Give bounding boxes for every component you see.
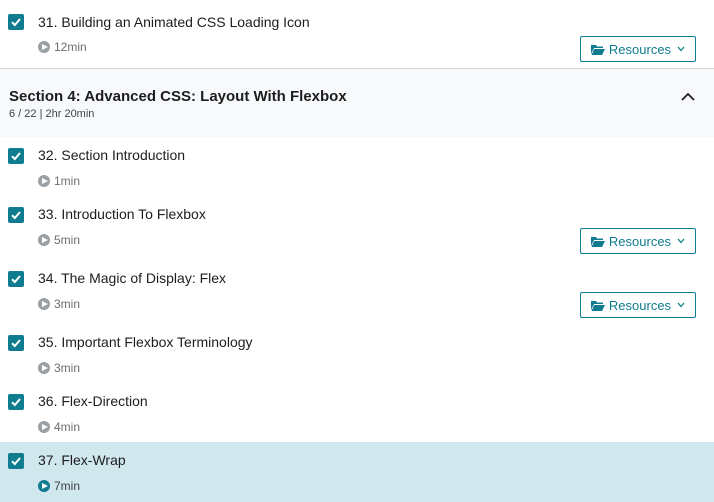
lecture-row[interactable]: 36. Flex-Direction 4min bbox=[0, 383, 714, 442]
resources-button[interactable]: Resources bbox=[580, 36, 696, 62]
lecture-title: 35. Important Flexbox Terminology bbox=[38, 334, 253, 350]
folder-open-icon bbox=[590, 236, 605, 247]
checkbox-checked-icon[interactable] bbox=[8, 148, 24, 164]
duration-text: 5min bbox=[54, 233, 81, 247]
lecture-duration: 12min bbox=[38, 40, 87, 54]
lecture-title: 32. Section Introduction bbox=[38, 147, 186, 163]
chevron-down-icon bbox=[677, 238, 685, 244]
lecture-title: 31. Building an Animated CSS Loading Ico… bbox=[38, 14, 310, 30]
play-icon bbox=[38, 41, 50, 53]
resources-label: Resources bbox=[608, 233, 672, 249]
folder-open-icon bbox=[590, 300, 605, 311]
lecture-row[interactable]: 32. Section Introduction 1min bbox=[0, 137, 714, 193]
resources-button[interactable]: Resources bbox=[580, 228, 696, 254]
lecture-duration: 4min bbox=[38, 420, 80, 434]
chevron-down-icon bbox=[677, 302, 685, 308]
lecture-duration: 1min bbox=[38, 174, 80, 188]
play-icon bbox=[38, 480, 50, 492]
lecture-duration: 3min bbox=[38, 297, 80, 311]
lecture-title: 37. Flex-Wrap bbox=[38, 452, 126, 468]
resources-label: Resources bbox=[608, 297, 672, 313]
resources-label: Resources bbox=[608, 41, 672, 57]
play-icon bbox=[38, 298, 50, 310]
lecture-row[interactable]: 33. Introduction To Flexbox 5min Resourc… bbox=[0, 196, 714, 260]
checkbox-checked-icon[interactable] bbox=[8, 207, 24, 223]
lecture-row[interactable]: 31. Building an Animated CSS Loading Ico… bbox=[0, 0, 714, 68]
play-icon bbox=[38, 234, 50, 246]
chevron-down-icon bbox=[677, 46, 685, 52]
lecture-title: 33. Introduction To Flexbox bbox=[38, 206, 206, 222]
lecture-title: 34. The Magic of Display: Flex bbox=[38, 270, 227, 286]
play-icon bbox=[38, 175, 50, 187]
checkbox-checked-icon[interactable] bbox=[8, 453, 24, 469]
section-title: Section 4: Advanced CSS: Layout With Fle… bbox=[9, 88, 347, 105]
duration-text: 3min bbox=[54, 297, 81, 311]
duration-text: 3min bbox=[54, 361, 81, 375]
duration-text: 12min bbox=[54, 40, 87, 54]
lecture-row-active[interactable]: 37. Flex-Wrap 7min bbox=[0, 442, 714, 502]
section-progress: 6 / 22 | 2hr 20min bbox=[9, 108, 95, 120]
lecture-row[interactable]: 34. The Magic of Display: Flex 3min Reso… bbox=[0, 260, 714, 324]
checkbox-checked-icon[interactable] bbox=[8, 394, 24, 410]
duration-text: 1min bbox=[54, 174, 81, 188]
lecture-title: 36. Flex-Direction bbox=[38, 393, 148, 409]
duration-text: 7min bbox=[54, 479, 81, 493]
resources-button[interactable]: Resources bbox=[580, 292, 696, 318]
duration-text: 4min bbox=[54, 420, 81, 434]
checkbox-checked-icon[interactable] bbox=[8, 335, 24, 351]
lecture-duration: 7min bbox=[38, 479, 80, 493]
play-icon bbox=[38, 362, 50, 374]
lecture-duration: 5min bbox=[38, 233, 80, 247]
lecture-row[interactable]: 35. Important Flexbox Terminology 3min bbox=[0, 324, 714, 383]
checkbox-checked-icon[interactable] bbox=[8, 271, 24, 287]
checkbox-checked-icon[interactable] bbox=[8, 14, 24, 30]
chevron-up-icon[interactable] bbox=[680, 88, 696, 104]
folder-open-icon bbox=[590, 44, 605, 55]
lecture-duration: 3min bbox=[38, 361, 80, 375]
section-header[interactable]: Section 4: Advanced CSS: Layout With Fle… bbox=[0, 68, 714, 137]
play-icon bbox=[38, 421, 50, 433]
